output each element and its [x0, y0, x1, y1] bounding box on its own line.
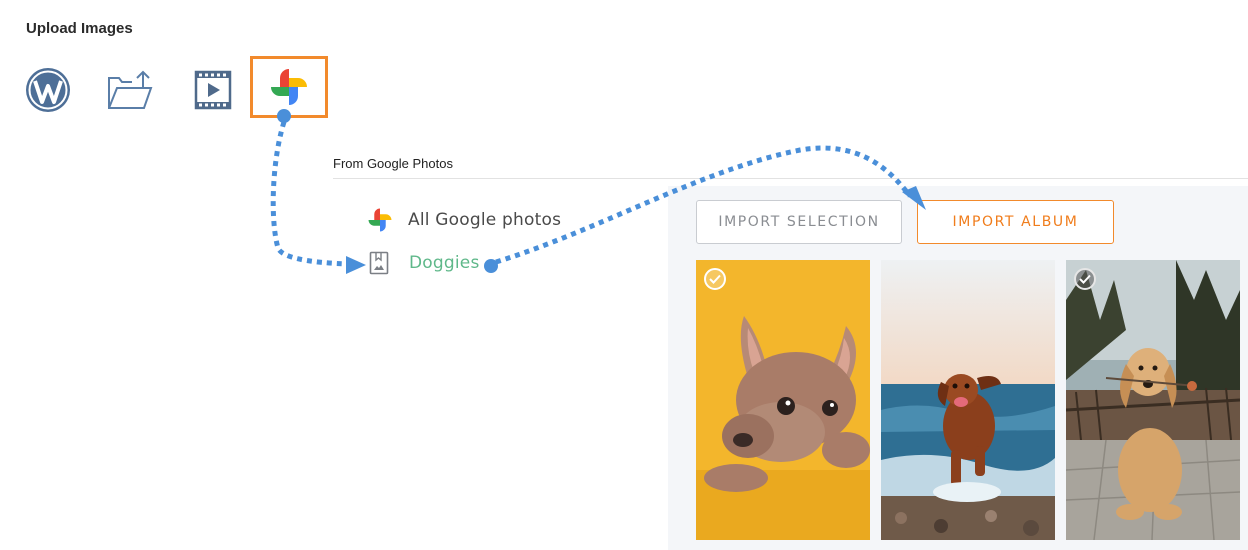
local-upload-source-button[interactable]: [102, 62, 158, 118]
wordpress-source-button[interactable]: [20, 62, 76, 118]
folder-upload-icon: [108, 70, 153, 109]
album-icon: [369, 251, 389, 275]
video-icon: [194, 70, 232, 110]
check-icon: [709, 274, 721, 284]
select-checkbox[interactable]: [704, 268, 726, 290]
album-label: Doggies: [409, 253, 480, 273]
album-label: All Google photos: [408, 210, 562, 230]
google-photos-source-button[interactable]: [250, 56, 328, 118]
album-item-all-photos[interactable]: All Google photos: [366, 206, 561, 234]
check-icon: [1079, 274, 1091, 284]
photo-thumbnail[interactable]: [1066, 260, 1240, 540]
select-checkbox[interactable]: [1074, 268, 1096, 290]
import-selection-button[interactable]: IMPORT SELECTION: [696, 200, 902, 244]
retriever-photo: [1066, 260, 1240, 540]
panel-divider: [333, 178, 1248, 179]
wordpress-icon: [26, 68, 70, 112]
google-photos-icon: [368, 208, 392, 232]
photo-thumbnail[interactable]: [696, 260, 870, 540]
beach-dog-photo: [881, 260, 1055, 540]
video-source-button[interactable]: [185, 62, 241, 118]
google-photos-icon: [271, 69, 307, 105]
album-item-doggies[interactable]: Doggies: [369, 251, 480, 275]
import-album-button[interactable]: IMPORT ALBUM: [917, 200, 1114, 244]
photo-thumbnail[interactable]: [881, 260, 1055, 540]
panel-title: From Google Photos: [333, 156, 453, 171]
bulldog-photo: [696, 260, 870, 540]
upload-images-heading: Upload Images: [26, 20, 133, 37]
